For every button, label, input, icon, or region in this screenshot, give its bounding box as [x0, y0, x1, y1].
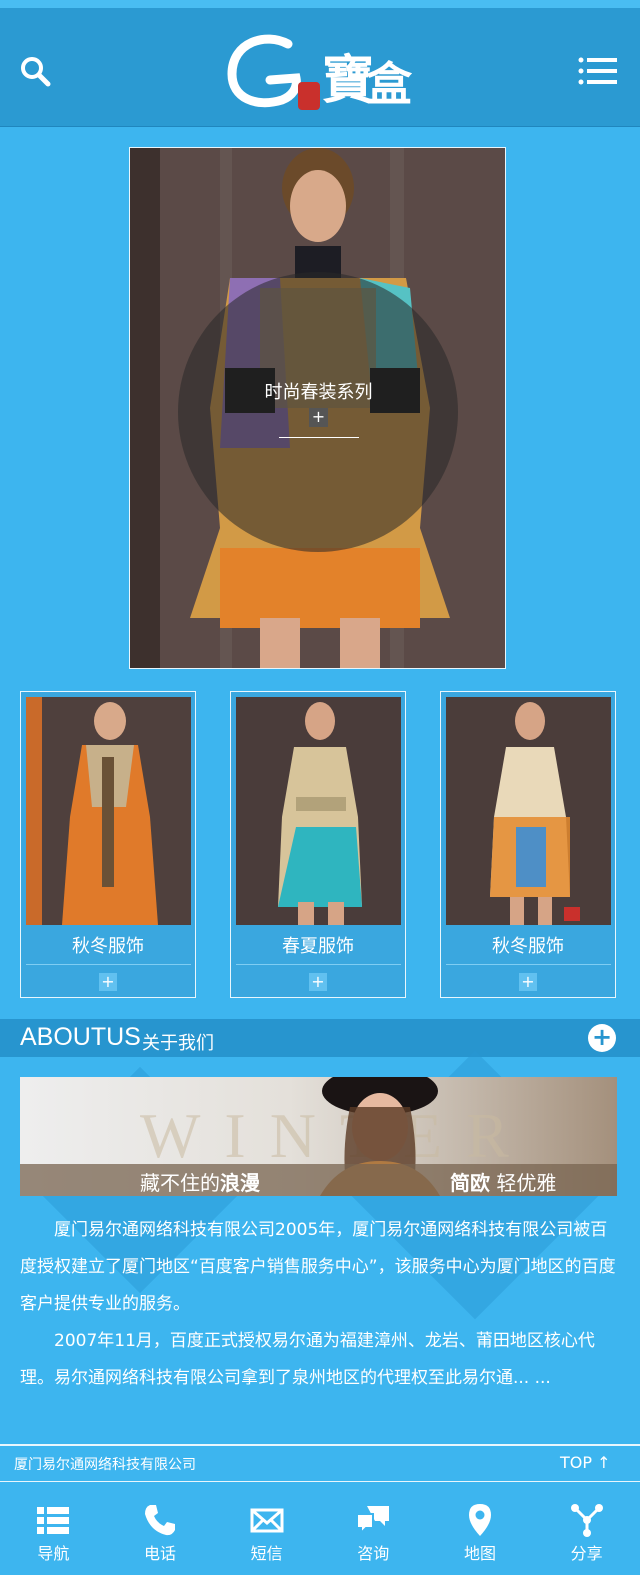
product-divider — [446, 964, 611, 965]
share-icon — [570, 1504, 603, 1537]
nav-item-consult[interactable]: 咨询 — [328, 1482, 418, 1575]
back-to-top-link[interactable]: TOP ↑ — [560, 1453, 611, 1472]
product-plus-button[interactable]: + — [309, 973, 327, 991]
product-image — [236, 697, 401, 925]
nav-item-sms[interactable]: 短信 — [222, 1482, 312, 1575]
list-icon — [37, 1507, 70, 1534]
search-icon — [21, 57, 51, 87]
site-header: 寶 盒 — [0, 8, 640, 127]
product-divider — [26, 964, 191, 965]
about-paragraph: 2007年11月，百度正式授权易尔通为福建漳州、龙岩、莆田地区核心代理。易尔通网… — [20, 1331, 595, 1388]
menu-button[interactable] — [577, 56, 619, 86]
nav-item-map[interactable]: 地图 — [435, 1482, 525, 1575]
banner-right-bold: 简欧 — [450, 1171, 490, 1195]
about-banner[interactable]: WINTER 藏不住的浪漫 简欧 轻优雅 — [20, 1077, 617, 1196]
about-description: 厦门易尔通网络科技有限公司2005年，厦门易尔通网络科技有限公司被百度授权建立了… — [20, 1212, 620, 1397]
about-title-cn: 关于我们 — [142, 1033, 214, 1054]
hero-underline — [279, 437, 359, 438]
about-section-header: ABOUTUS 关于我们 + — [0, 1019, 640, 1057]
product-divider — [236, 964, 401, 965]
top-strip — [0, 0, 640, 8]
nav-label: 咨询 — [357, 1544, 390, 1563]
about-paragraph: 厦门易尔通网络科技有限公司2005年，厦门易尔通网络科技有限公司被百度授权建立了… — [20, 1220, 616, 1314]
search-button[interactable] — [18, 54, 52, 88]
nav-label: 地图 — [463, 1544, 496, 1563]
nav-label: 短信 — [250, 1544, 283, 1563]
product-card[interactable]: 春夏服饰 + — [230, 691, 406, 998]
about-title-en: ABOUTUS — [20, 1023, 141, 1051]
banner-caption-left: 藏不住的浪漫 — [140, 1167, 260, 1196]
nav-label: 电话 — [143, 1544, 176, 1563]
banner-left-bold: 浪漫 — [220, 1171, 260, 1195]
nav-label: 分享 — [570, 1544, 603, 1563]
nav-item-phone[interactable]: 电话 — [115, 1482, 205, 1575]
svg-text:盒: 盒 — [366, 57, 412, 111]
product-card[interactable]: 秋冬服饰 + — [440, 691, 616, 998]
nav-label: 导航 — [37, 1544, 70, 1563]
map-pin-icon — [468, 1504, 491, 1536]
product-name: 春夏服饰 — [282, 936, 354, 957]
product-image — [446, 697, 611, 925]
bottom-nav: 导航 电话 短信 咨询 地图 分享 — [0, 1482, 640, 1575]
banner-left-text: 藏不住的 — [140, 1171, 220, 1195]
product-plus-button[interactable]: + — [99, 973, 117, 991]
site-logo[interactable]: 寶 盒 — [226, 30, 413, 118]
logo-image: 寶 盒 — [227, 34, 413, 111]
chat-icon — [356, 1506, 390, 1536]
hero-banner[interactable]: 时尚春装系列 + — [129, 147, 506, 669]
banner-caption-right: 简欧 轻优雅 — [450, 1167, 556, 1196]
about-more-button[interactable]: + — [588, 1024, 616, 1052]
nav-item-share[interactable]: 分享 — [542, 1482, 632, 1575]
product-image — [26, 697, 191, 925]
nav-item-navigation[interactable]: 导航 — [8, 1482, 98, 1575]
hero-title: 时尚春装系列 — [264, 382, 373, 403]
hero-plus-button[interactable]: + — [309, 408, 328, 427]
footer-divider — [0, 1444, 640, 1446]
product-card[interactable]: 秋冬服饰 + — [20, 691, 196, 998]
product-name: 秋冬服饰 — [492, 936, 564, 957]
mail-icon — [250, 1508, 284, 1533]
footer-company: 厦门易尔通网络科技有限公司 — [14, 1457, 196, 1473]
banner-right-text: 轻优雅 — [496, 1171, 557, 1195]
menu-icon — [578, 57, 617, 85]
product-plus-button[interactable]: + — [519, 973, 537, 991]
product-name: 秋冬服饰 — [72, 936, 144, 957]
phone-icon — [144, 1505, 175, 1536]
